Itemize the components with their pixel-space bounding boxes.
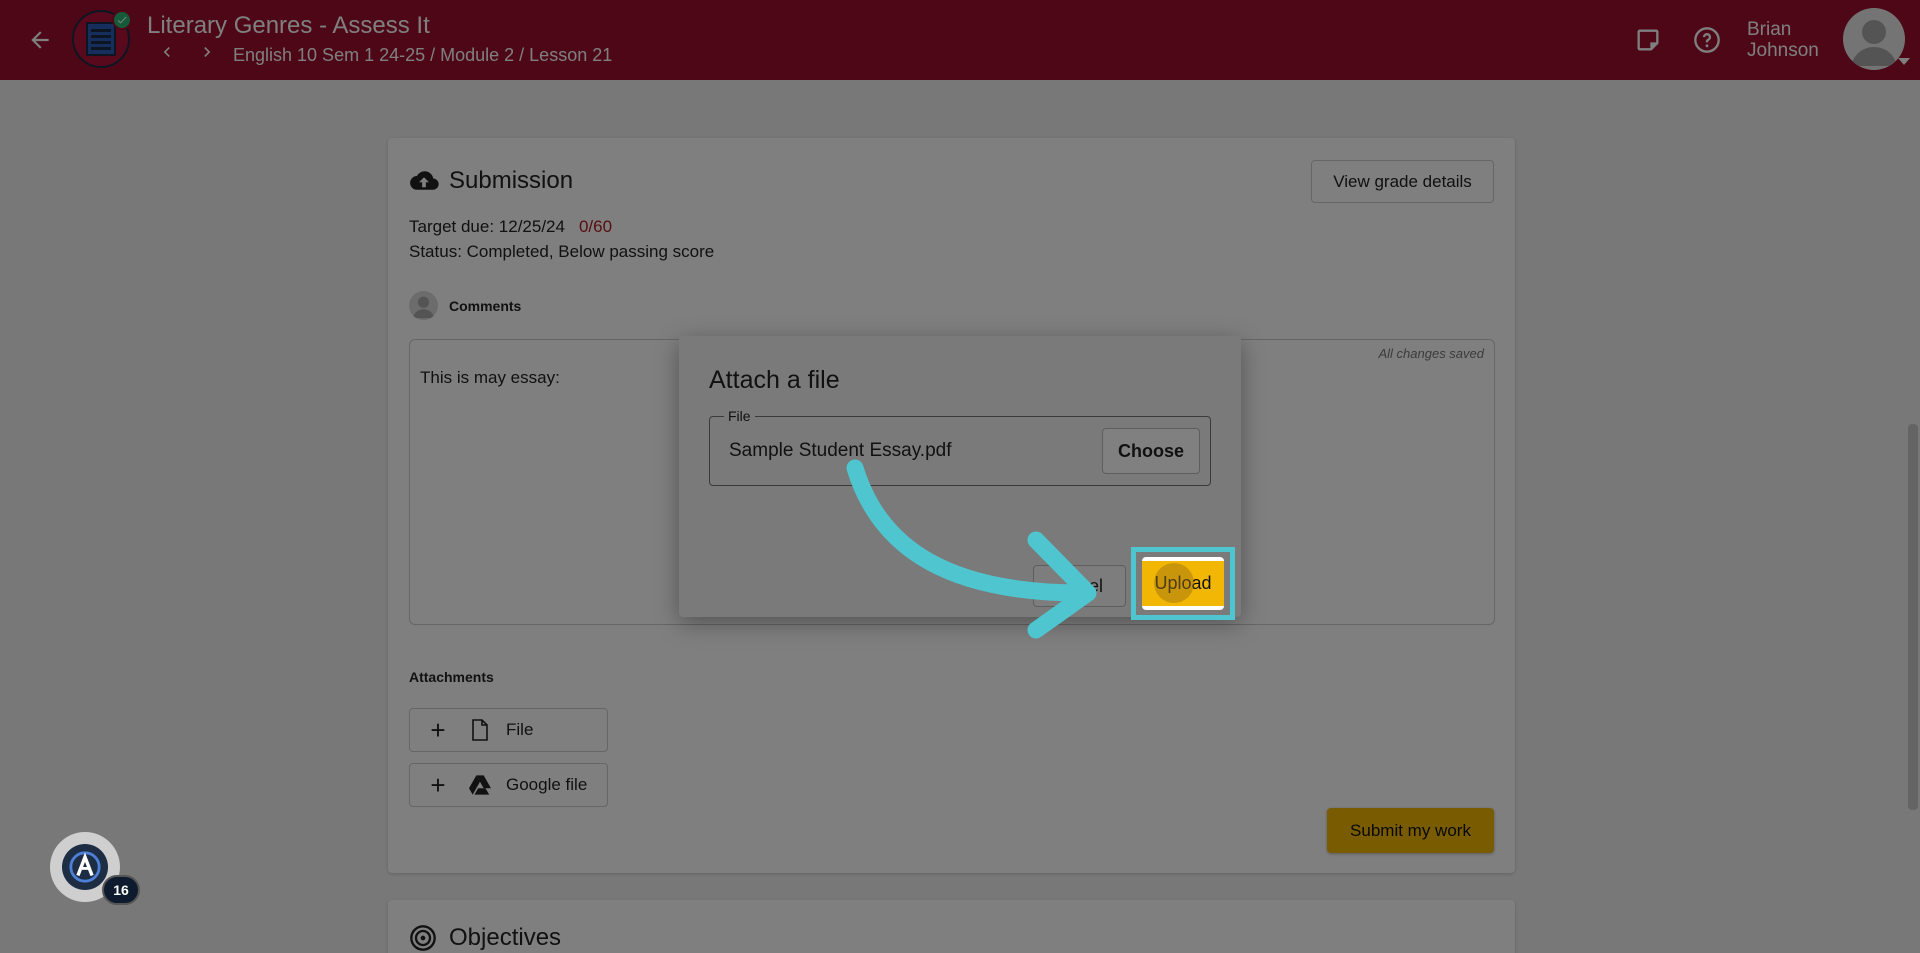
file-field-label: File	[724, 408, 755, 424]
file-field[interactable]: File Sample Student Essay.pdf Choose	[709, 408, 1211, 486]
notification-badge: 16	[102, 875, 140, 905]
dialog-title: Attach a file	[709, 366, 840, 394]
cancel-button[interactable]: cel	[1033, 565, 1126, 607]
choose-file-button[interactable]: Choose	[1102, 428, 1200, 474]
cancel-label: cel	[1079, 575, 1103, 596]
assistant-logo-icon	[62, 844, 108, 890]
file-field-value: Sample Student Essay.pdf	[729, 440, 952, 461]
click-indicator	[1154, 563, 1194, 603]
